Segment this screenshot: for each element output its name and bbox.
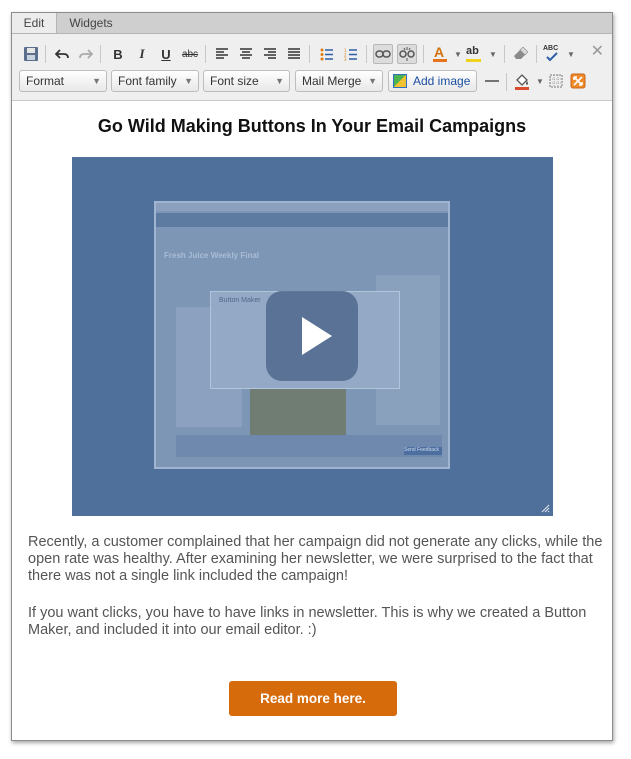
toolbar-separator — [205, 45, 206, 63]
highlight-glyph: ab — [466, 45, 479, 57]
text-color-glyph: A — [434, 44, 445, 60]
toolbar-separator — [536, 45, 537, 63]
toolbar-row-2: Format ▼ Font family ▼ Font size ▼ Mail … — [12, 69, 612, 95]
editor-tab-bar: Edit Widgets — [12, 13, 612, 34]
tab-edit[interactable]: Edit — [12, 13, 57, 33]
browser-titlebar — [156, 203, 448, 211]
chevron-down-icon[interactable]: ▼ — [561, 44, 581, 64]
body-paragraph: Recently, a customer complained that her… — [28, 534, 603, 584]
resize-handle-icon[interactable] — [540, 503, 550, 513]
mail-merge-dropdown[interactable]: Mail Merge ▼ — [295, 70, 383, 92]
font-family-dropdown[interactable]: Font family ▼ — [111, 70, 199, 92]
undo-icon[interactable] — [52, 44, 72, 64]
unlink-icon[interactable] — [397, 44, 417, 64]
strikethrough-button[interactable]: abc — [180, 44, 200, 64]
italic-button[interactable]: I — [132, 44, 152, 64]
video-footer — [176, 435, 442, 457]
video-feedback-button: Send Feedback — [404, 447, 442, 455]
table-grid-icon[interactable] — [546, 71, 566, 91]
bullet-list-icon[interactable] — [317, 44, 337, 64]
eraser-icon[interactable] — [510, 44, 530, 64]
spellcheck-icon[interactable]: ABC — [542, 44, 562, 64]
font-family-label: Font family — [118, 74, 177, 88]
chevron-down-icon: ▼ — [275, 76, 284, 86]
chevron-down-icon: ▼ — [368, 76, 377, 86]
video-browser-title: Fresh Juice Weekly Final — [164, 251, 260, 260]
toolbar-row-1: B I U abc 123 A ▼ ab ▼ ABC ▼ ✕ — [12, 41, 612, 67]
toolbar-separator — [45, 45, 46, 63]
font-size-label: Font size — [210, 74, 259, 88]
align-justify-icon[interactable] — [284, 44, 304, 64]
email-editor: Edit Widgets B I U abc 1 2 3 A ▼ ab ▼ AB… — [11, 12, 613, 741]
format-dropdown[interactable]: Format ▼ — [19, 70, 107, 92]
svg-text:3: 3 — [344, 57, 347, 61]
mail-merge-label: Mail Merge — [302, 74, 362, 88]
underline-button[interactable]: U — [156, 44, 176, 64]
save-icon[interactable] — [21, 44, 41, 64]
editor-content[interactable]: Go Wild Making Buttons In Your Email Cam… — [12, 101, 612, 740]
chevron-down-icon: ▼ — [184, 76, 193, 86]
toolbar-separator — [504, 45, 505, 63]
read-more-button[interactable]: Read more here. — [229, 681, 397, 716]
chevron-down-icon: ▼ — [92, 76, 101, 86]
align-right-icon[interactable] — [260, 44, 280, 64]
play-icon — [302, 317, 332, 355]
redo-icon[interactable] — [76, 44, 96, 64]
toolbar-separator — [309, 45, 310, 63]
play-button[interactable] — [266, 291, 358, 381]
format-label: Format — [26, 74, 65, 88]
close-icon[interactable]: ✕ — [591, 41, 604, 61]
align-center-icon[interactable] — [236, 44, 256, 64]
link-icon[interactable] — [373, 44, 393, 64]
horizontal-rule-icon[interactable] — [482, 71, 502, 91]
toolbar-separator — [506, 73, 507, 91]
numbered-list-icon[interactable]: 123 — [341, 44, 361, 64]
video-thumbnail[interactable]: Fresh Juice Weekly Final Button Maker Se… — [72, 157, 553, 516]
align-left-icon[interactable] — [212, 44, 232, 64]
editor-toolbar: B I U abc 123 A ▼ ab ▼ ABC ▼ ✕ Format ▼ … — [12, 34, 612, 101]
toolbar-separator — [100, 45, 101, 63]
toolbar-separator — [366, 45, 367, 63]
font-size-dropdown[interactable]: Font size ▼ — [203, 70, 290, 92]
image-icon — [393, 74, 407, 88]
fullscreen-icon[interactable] — [568, 71, 588, 91]
bold-button[interactable]: B — [108, 44, 128, 64]
spellcheck-glyph: ABC — [543, 45, 559, 52]
text-color-icon[interactable]: A — [430, 44, 450, 64]
video-dialog-title: Button Maker — [219, 297, 261, 304]
tab-widgets[interactable]: Widgets — [58, 13, 124, 33]
toolbar-separator — [423, 45, 424, 63]
body-paragraph: If you want clicks, you have to have lin… — [28, 605, 587, 638]
chevron-down-icon[interactable]: ▼ — [483, 44, 503, 64]
add-image-label: Add image — [413, 74, 471, 88]
browser-navbar — [156, 213, 448, 227]
add-image-button[interactable]: Add image — [388, 70, 477, 92]
email-title: Go Wild Making Buttons In Your Email Cam… — [97, 116, 527, 136]
highlight-color-icon[interactable]: ab — [464, 44, 484, 64]
background-color-icon[interactable] — [512, 71, 532, 91]
